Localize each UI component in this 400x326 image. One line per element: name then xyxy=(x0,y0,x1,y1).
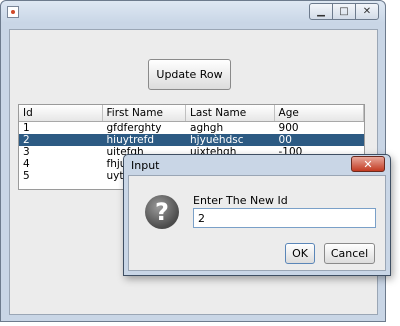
minimize-button[interactable]: ▁ xyxy=(309,3,333,20)
update-row-button[interactable]: Update Row xyxy=(148,59,231,90)
cell-id: 4 xyxy=(23,158,30,170)
new-id-input[interactable] xyxy=(193,208,376,228)
maximize-button[interactable]: □ xyxy=(332,3,356,20)
dialog-body: ? Enter The New Id OK Cancel xyxy=(128,175,386,271)
cell-id: 1 xyxy=(23,122,30,134)
prompt-label: Enter The New Id xyxy=(193,194,288,207)
ok-button[interactable]: OK xyxy=(285,243,315,264)
dialog-title: Input xyxy=(131,159,160,172)
cell-first-name: hiuytrefd xyxy=(106,134,154,146)
cancel-button[interactable]: Cancel xyxy=(324,243,375,264)
cell-age: 900 xyxy=(278,122,299,134)
cell-id: 2 xyxy=(23,134,30,146)
cell-id: 3 xyxy=(23,146,30,158)
column-header-first-name[interactable]: First Name xyxy=(103,105,187,121)
table-row-selected[interactable]: 2 hiuytrefd hjyuèhdsc 00 xyxy=(19,134,364,146)
cell-first-name: gfdferghty xyxy=(106,122,162,134)
question-icon: ? xyxy=(145,195,179,229)
column-header-age[interactable]: Age xyxy=(275,105,364,121)
cell-last-name: aghgh xyxy=(190,122,224,134)
cell-id: 5 xyxy=(23,170,30,182)
java-app-icon xyxy=(7,6,19,18)
table-row[interactable]: 1 gfdferghty aghgh 900 xyxy=(19,122,364,134)
column-header-last-name[interactable]: Last Name xyxy=(186,105,275,121)
cell-last-name: hjyuèhdsc xyxy=(190,134,244,146)
title-bar[interactable]: ▁ □ ✕ xyxy=(1,1,385,23)
column-header-id[interactable]: Id xyxy=(19,105,103,121)
window-controls: ▁ □ ✕ xyxy=(309,3,379,20)
input-dialog: Input ✕ ? Enter The New Id OK Cancel xyxy=(123,154,391,276)
dialog-close-button[interactable]: ✕ xyxy=(351,156,385,172)
table-header: Id First Name Last Name Age xyxy=(19,105,364,122)
cell-age: 00 xyxy=(278,134,292,146)
close-button[interactable]: ✕ xyxy=(355,3,379,20)
